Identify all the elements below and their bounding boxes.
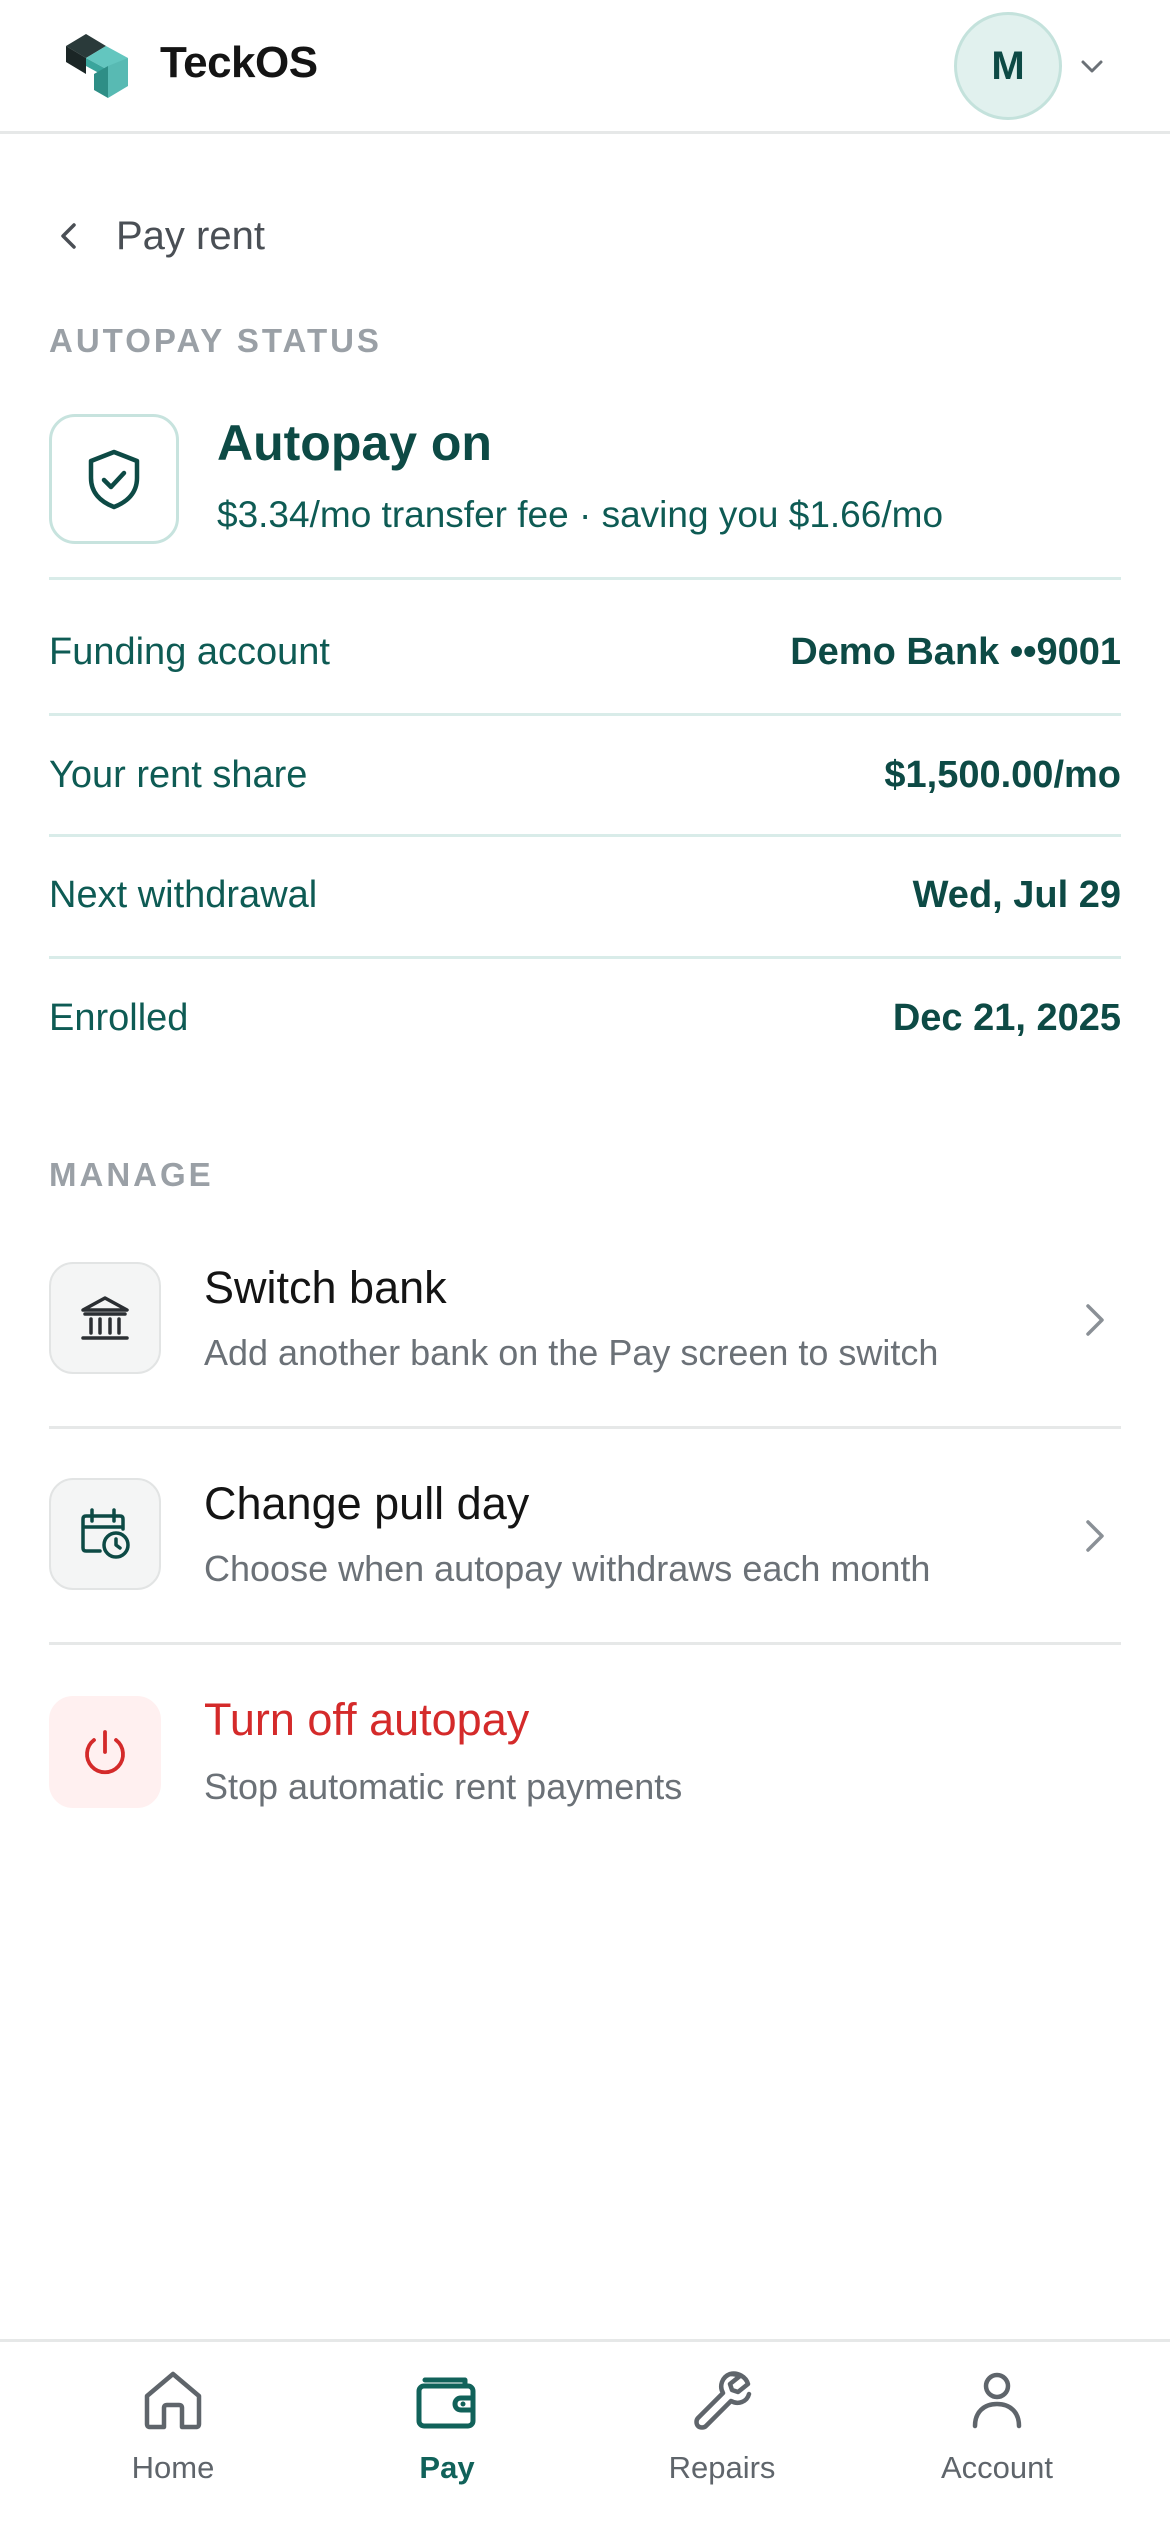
change-pull-day-title: Change pull day [204, 1478, 530, 1529]
rent-share-row: Your rent share $1,500.00/mo [49, 745, 1121, 805]
divider [49, 1426, 1121, 1429]
chevron-down-icon[interactable] [1076, 50, 1108, 82]
status-icon-box [49, 414, 179, 544]
turn-off-autopay-title: Turn off autopay [204, 1694, 530, 1745]
power-icon [85, 1730, 125, 1775]
chevron-left-icon [61, 223, 76, 249]
avatar[interactable]: M [954, 12, 1062, 120]
nav-home-label: Home [131, 2450, 215, 2485]
shield-check-icon [88, 449, 140, 510]
calendar-clock-icon [81, 1508, 130, 1559]
row-key: Funding account [49, 630, 330, 673]
divider [49, 577, 1121, 580]
autopay-status-subtitle: $3.34/mo transfer fee · saving you $1.66… [217, 494, 944, 535]
nav-account-label: Account [940, 2450, 1053, 2485]
chevron-right-icon [1086, 1520, 1104, 1552]
turn-off-autopay-subtitle: Stop automatic rent payments [204, 1766, 683, 1807]
autopay-status-label: AUTOPAY STATUS [49, 322, 382, 359]
row-value: Dec 21, 2025 [892, 996, 1121, 1039]
brand-name: TeckOS [160, 38, 318, 87]
back-nav[interactable]: Pay rent [52, 206, 265, 266]
chevron-right-icon [1086, 1304, 1104, 1336]
next-withdrawal-row: Next withdrawal Wed, Jul 29 [49, 865, 1121, 925]
row-value: $1,500.00/mo [884, 753, 1121, 796]
switch-bank-subtitle: Add another bank on the Pay screen to sw… [204, 1332, 939, 1373]
row-value: Demo Bank ••9001 [790, 630, 1121, 673]
divider [49, 834, 1121, 837]
nav-account[interactable]: Account [897, 2364, 1097, 2514]
teckos-logo-icon [66, 34, 128, 98]
nav-home[interactable]: Home [73, 2364, 273, 2514]
wallet-icon [416, 2377, 476, 2429]
divider [49, 956, 1121, 959]
back-label: Pay rent [116, 213, 265, 258]
row-key: Next withdrawal [49, 873, 318, 916]
calendar-icon-box [49, 1478, 161, 1590]
divider [49, 713, 1121, 716]
nav-repairs-label: Repairs [668, 2450, 776, 2485]
manage-label: MANAGE [49, 1156, 214, 1193]
bank-icon [81, 1296, 129, 1340]
user-icon [972, 2372, 1022, 2429]
autopay-status-title: Autopay on [217, 415, 492, 471]
row-key: Your rent share [49, 753, 308, 796]
nav-pay[interactable]: Pay [347, 2364, 547, 2514]
wrench-icon [694, 2371, 752, 2430]
enrolled-row: Enrolled Dec 21, 2025 [49, 988, 1121, 1048]
row-key: Enrolled [49, 996, 189, 1039]
bottom-nav: Home Pay Repairs Account [0, 2339, 1170, 2532]
nav-repairs[interactable]: Repairs [622, 2364, 822, 2514]
divider [49, 1642, 1121, 1645]
funding-account-row: Funding account Demo Bank ••9001 [49, 622, 1121, 682]
switch-bank-title: Switch bank [204, 1262, 447, 1313]
avatar-initial: M [991, 43, 1025, 88]
power-icon-box [49, 1696, 161, 1808]
change-pull-day-subtitle: Choose when autopay withdraws each month [204, 1548, 931, 1589]
home-icon [144, 2371, 202, 2430]
bank-icon-box [49, 1262, 161, 1374]
app-header: TeckOS M [0, 0, 1170, 134]
nav-pay-label: Pay [419, 2450, 475, 2485]
row-value: Wed, Jul 29 [912, 873, 1121, 916]
